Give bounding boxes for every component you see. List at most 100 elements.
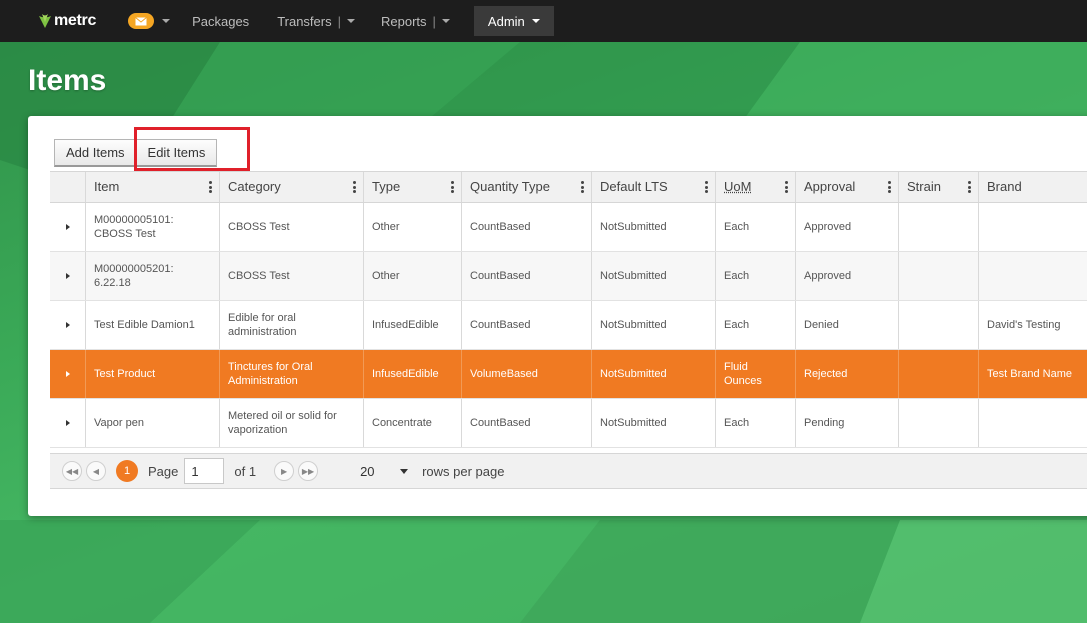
chevron-right-icon (66, 371, 70, 377)
nav-transfers[interactable]: Transfers | (277, 0, 355, 42)
cell-brand (979, 252, 1087, 300)
column-header-uom[interactable]: UoM (716, 172, 796, 202)
nav-transfers-label: Transfers (277, 14, 331, 29)
cell-default-lts: NotSubmitted (592, 252, 716, 300)
cell-approval: Rejected (796, 350, 899, 398)
grid-toolbar: Add Items Edit Items (54, 139, 217, 167)
column-header-label: Strain (907, 180, 941, 194)
next-page-button[interactable]: ▶ (274, 461, 294, 481)
chevron-down-icon (442, 19, 450, 23)
table-row-selected[interactable]: Test Product Tinctures for Oral Administ… (50, 350, 1087, 399)
brand-logo[interactable]: metrc (38, 0, 96, 42)
expand-row-button[interactable] (50, 301, 86, 349)
column-header-default-lts[interactable]: Default LTS (592, 172, 716, 202)
nav-packages[interactable]: Packages (192, 0, 249, 42)
page-title: Items (28, 64, 106, 98)
items-grid: Item Category Type Quantity Type Default… (50, 171, 1087, 448)
prev-page-button[interactable]: ◀ (86, 461, 106, 481)
cell-default-lts: NotSubmitted (592, 399, 716, 447)
expand-row-button[interactable] (50, 252, 86, 300)
cell-brand (979, 399, 1087, 447)
column-header-strain[interactable]: Strain (899, 172, 979, 202)
chevron-right-icon (66, 322, 70, 328)
cell-approval: Pending (796, 399, 899, 447)
cell-quantity-type: VolumeBased (462, 350, 592, 398)
nav-admin-label: Admin (488, 14, 525, 29)
leaf-icon (38, 13, 52, 29)
current-page-badge[interactable]: 1 (116, 460, 138, 482)
nav-reports[interactable]: Reports | (381, 0, 450, 42)
cell-item: Vapor pen (86, 399, 220, 447)
cell-uom: Each (716, 301, 796, 349)
messages-dropdown-icon[interactable] (162, 19, 170, 23)
table-row[interactable]: M00000005201: 6.22.18 CBOSS Test Other C… (50, 252, 1087, 301)
column-menu-icon[interactable] (209, 181, 212, 193)
page-size-value: 20 (360, 464, 374, 479)
edit-items-button[interactable]: Edit Items (137, 139, 218, 167)
column-header-label: Type (372, 180, 400, 194)
cell-approval: Approved (796, 252, 899, 300)
column-header-label: Quantity Type (470, 180, 550, 194)
column-menu-icon[interactable] (705, 181, 708, 193)
page-size-select[interactable]: 20 (352, 458, 416, 484)
nav-admin[interactable]: Admin (474, 6, 554, 36)
chevron-down-icon (400, 469, 408, 474)
cell-category: CBOSS Test (220, 203, 364, 251)
cell-type: InfusedEdible (364, 350, 462, 398)
first-page-button[interactable]: ◀◀ (62, 461, 82, 481)
column-menu-icon[interactable] (888, 181, 891, 193)
chevron-right-icon (66, 420, 70, 426)
cell-strain (899, 301, 979, 349)
column-header-brand[interactable]: Brand (979, 172, 1087, 202)
expand-row-button[interactable] (50, 399, 86, 447)
cell-category: CBOSS Test (220, 252, 364, 300)
nav-separator: | (338, 14, 341, 29)
cell-category: Tinctures for Oral Administration (220, 350, 364, 398)
expand-header (50, 172, 86, 202)
cell-uom: Each (716, 203, 796, 251)
cell-category: Edible for oral administration (220, 301, 364, 349)
column-header-category[interactable]: Category (220, 172, 364, 202)
column-header-approval[interactable]: Approval (796, 172, 899, 202)
page-count-label: of 1 (234, 464, 256, 479)
cell-strain (899, 399, 979, 447)
cell-type: InfusedEdible (364, 301, 462, 349)
cell-quantity-type: CountBased (462, 301, 592, 349)
chevron-right-icon (66, 273, 70, 279)
expand-row-button[interactable] (50, 203, 86, 251)
cell-type: Other (364, 203, 462, 251)
chevron-down-icon (347, 19, 355, 23)
cell-quantity-type: CountBased (462, 252, 592, 300)
table-row[interactable]: M00000005101: CBOSS Test CBOSS Test Othe… (50, 203, 1087, 252)
column-header-quantity-type[interactable]: Quantity Type (462, 172, 592, 202)
items-panel: Add Items Edit Items Item Category Type … (28, 116, 1087, 516)
cell-default-lts: NotSubmitted (592, 203, 716, 251)
cell-strain (899, 350, 979, 398)
chevron-down-icon (532, 19, 540, 23)
column-menu-icon[interactable] (353, 181, 356, 193)
page-number-input[interactable] (184, 458, 224, 484)
brand-name: metrc (54, 12, 96, 30)
column-menu-icon[interactable] (451, 181, 454, 193)
column-menu-icon[interactable] (581, 181, 584, 193)
cell-uom: Each (716, 252, 796, 300)
column-menu-icon[interactable] (968, 181, 971, 193)
last-page-button[interactable]: ▶▶ (298, 461, 318, 481)
cell-approval: Approved (796, 203, 899, 251)
chevron-right-icon (66, 224, 70, 230)
column-header-type[interactable]: Type (364, 172, 462, 202)
expand-row-button[interactable] (50, 350, 86, 398)
table-row[interactable]: Test Edible Damion1 Edible for oral admi… (50, 301, 1087, 350)
column-header-item[interactable]: Item (86, 172, 220, 202)
cell-brand (979, 203, 1087, 251)
nav-separator: | (433, 14, 436, 29)
grid-body: M00000005101: CBOSS Test CBOSS Test Othe… (50, 203, 1087, 448)
messages-button[interactable] (128, 13, 154, 29)
table-row[interactable]: Vapor pen Metered oil or solid for vapor… (50, 399, 1087, 448)
cell-brand: David's Testing (979, 301, 1087, 349)
column-menu-icon[interactable] (785, 181, 788, 193)
cell-quantity-type: CountBased (462, 399, 592, 447)
envelope-icon (135, 17, 147, 26)
cell-category: Metered oil or solid for vaporization (220, 399, 364, 447)
add-items-button[interactable]: Add Items (54, 139, 137, 167)
